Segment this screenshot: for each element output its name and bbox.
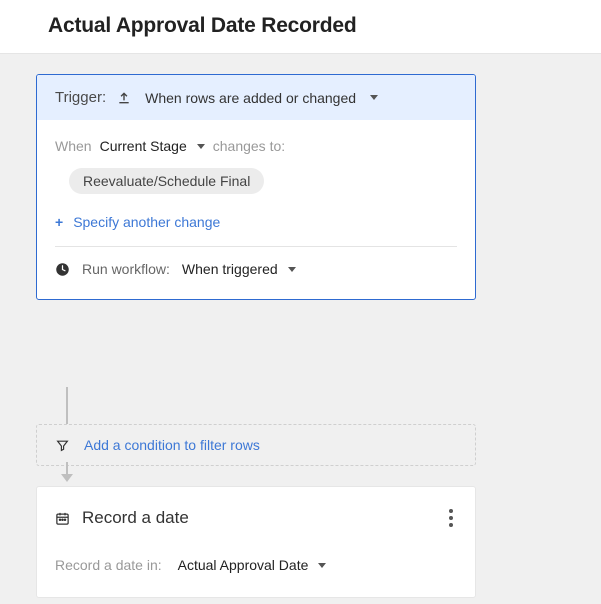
dot-icon: [449, 509, 453, 513]
chevron-down-icon: [288, 267, 296, 272]
page-header: Actual Approval Date Recorded: [0, 0, 601, 54]
dot-icon: [449, 516, 453, 520]
action-body: Record a date in: Actual Approval Date: [37, 547, 475, 597]
run-workflow-label: Run workflow:: [82, 261, 170, 277]
trigger-type-select[interactable]: When rows are added or changed: [145, 90, 378, 106]
upload-icon: [116, 90, 131, 105]
action-field-value: Actual Approval Date: [178, 557, 309, 573]
action-menu-button[interactable]: [445, 505, 457, 531]
clock-icon: [55, 262, 70, 277]
action-title-row: Record a date: [55, 508, 189, 528]
add-condition-label: Add a condition to filter rows: [84, 437, 260, 453]
action-header: Record a date: [37, 487, 475, 547]
add-condition-button[interactable]: Add a condition to filter rows: [36, 424, 476, 466]
trigger-card: Trigger: When rows are added or changed …: [36, 74, 476, 300]
arrow-down-icon: [61, 474, 73, 482]
trigger-body: When Current Stage changes to: Reevaluat…: [37, 120, 475, 299]
action-card: Record a date Record a date in: Actual A…: [36, 486, 476, 598]
dot-icon: [449, 523, 453, 527]
trigger-field-select[interactable]: Current Stage: [100, 136, 205, 156]
trigger-label: Trigger:: [55, 89, 106, 106]
calendar-icon: [55, 511, 70, 526]
action-title: Record a date: [82, 508, 189, 528]
specify-another-change-button[interactable]: + Specify another change: [55, 214, 457, 230]
changes-to-value-row: Reevaluate/Schedule Final: [55, 156, 457, 194]
page-title: Actual Approval Date Recorded: [48, 14, 601, 38]
chevron-down-icon: [197, 144, 205, 149]
action-field-label: Record a date in:: [55, 557, 162, 573]
run-workflow-select[interactable]: When triggered: [182, 261, 296, 277]
trigger-header[interactable]: Trigger: When rows are added or changed: [37, 75, 475, 120]
run-workflow-value: When triggered: [182, 261, 278, 277]
chevron-down-icon: [370, 95, 378, 100]
action-field-select[interactable]: Actual Approval Date: [178, 557, 327, 573]
trigger-field-label: Current Stage: [100, 138, 187, 154]
filter-icon: [55, 438, 70, 453]
chevron-down-icon: [318, 563, 326, 568]
trigger-when-row: When Current Stage changes to:: [55, 136, 457, 156]
when-label: When: [55, 138, 92, 154]
run-workflow-row: Run workflow: When triggered: [55, 247, 457, 291]
connector-line: [66, 387, 68, 425]
trigger-type-label: When rows are added or changed: [145, 90, 356, 106]
changes-to-chip[interactable]: Reevaluate/Schedule Final: [69, 168, 264, 194]
workflow-canvas: Trigger: When rows are added or changed …: [0, 54, 601, 340]
changes-to-label: changes to:: [213, 138, 285, 154]
plus-icon: +: [55, 214, 63, 230]
specify-another-change-label: Specify another change: [73, 214, 220, 230]
